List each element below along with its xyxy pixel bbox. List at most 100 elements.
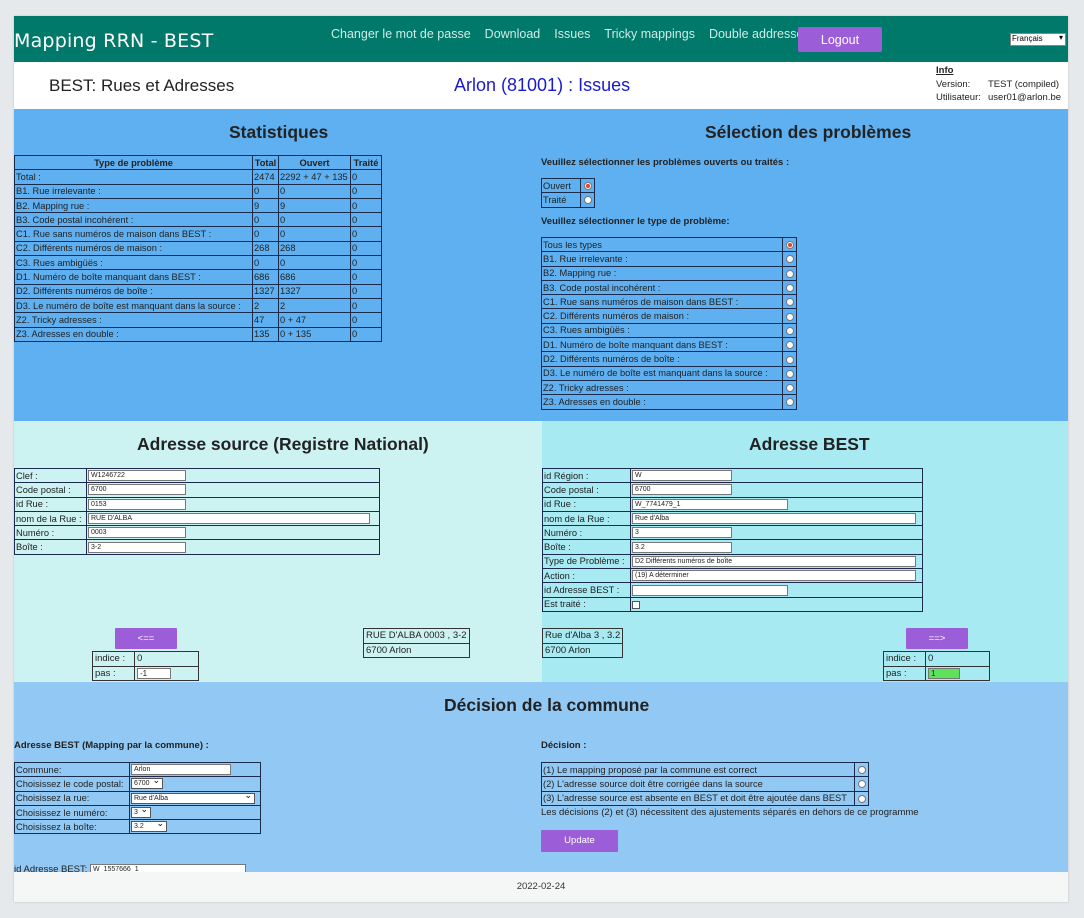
- type-option-row[interactable]: C2. Différents numéros de maison :: [541, 308, 797, 324]
- source-field-input[interactable]: 3-2: [88, 541, 186, 553]
- table-cell: 9: [252, 197, 279, 214]
- nav-link-change-password[interactable]: Changer le mot de passe: [331, 27, 471, 41]
- best-field-row: Action : (19) A déterminer: [542, 568, 923, 584]
- best-field-input[interactable]: 3: [632, 527, 732, 539]
- source-field-input[interactable]: RUE D'ALBA: [88, 513, 370, 525]
- type-radio[interactable]: [785, 369, 794, 378]
- type-radio[interactable]: [785, 255, 794, 264]
- status-radio-open[interactable]: [583, 182, 592, 191]
- source-field-input[interactable]: 6700: [88, 484, 186, 496]
- postal-code-select[interactable]: 6700: [131, 776, 163, 790]
- type-radio[interactable]: [785, 384, 794, 393]
- update-button[interactable]: Update: [541, 830, 618, 852]
- decision-option-label: (2) L'adresse source doit être corrigée …: [541, 776, 855, 792]
- commune-field[interactable]: Arlon: [131, 764, 231, 776]
- status-prompt: Veuillez sélectionner les problèmes ouve…: [541, 157, 790, 168]
- status-radio-treated[interactable]: [583, 196, 592, 205]
- best-field-row: Numéro :3: [542, 525, 923, 541]
- street-select[interactable]: Rue d'Alba: [131, 791, 255, 804]
- table-cell: 268: [278, 240, 351, 257]
- best-field-input[interactable]: D2 Différents numéros de boîte: [632, 555, 916, 567]
- best-field-input[interactable]: Rue d'Alba: [632, 513, 916, 525]
- title-bar: BEST: Rues et Adresses Arlon (81001) : I…: [14, 62, 1068, 109]
- type-option-row[interactable]: D1. Numéro de boîte manquant dans BEST :: [541, 337, 797, 353]
- source-field-input[interactable]: 0003: [88, 527, 186, 539]
- type-option-row[interactable]: Z3. Adresses en double :: [541, 394, 797, 410]
- source-field-input[interactable]: W1246722: [88, 470, 186, 482]
- nav-link-download[interactable]: Download: [485, 27, 541, 41]
- type-radio[interactable]: [785, 326, 794, 335]
- logout-button[interactable]: Logout: [798, 27, 882, 52]
- decision-note: Les décisions (2) et (3) nécessitent des…: [541, 807, 919, 818]
- nav-link-issues[interactable]: Issues: [554, 27, 590, 41]
- page-title: Arlon (81001) : Issues: [454, 75, 631, 95]
- decision-radio[interactable]: [857, 794, 866, 803]
- pas-input[interactable]: 1: [928, 667, 960, 679]
- type-radio[interactable]: [785, 298, 794, 307]
- best-field-label: Est traité :: [542, 596, 631, 612]
- best-field-row: id Adresse BEST :: [542, 582, 923, 598]
- type-radio[interactable]: [785, 341, 794, 350]
- type-radio[interactable]: [785, 312, 794, 321]
- table-header: Total: [252, 154, 279, 171]
- type-option-row[interactable]: B1. Rue irrelevante :: [541, 251, 797, 267]
- treated-checkbox[interactable]: [632, 600, 640, 609]
- source-address-section: Adresse source (Registre National) Clef …: [14, 421, 542, 682]
- statistics-section: Statistiques Type de problème Total Ouve…: [14, 109, 1068, 421]
- type-radio[interactable]: [785, 355, 794, 364]
- next-button[interactable]: ==>: [906, 628, 968, 649]
- table-cell: Z3. Adresses en double :: [14, 326, 253, 342]
- decision-option-cell: [854, 776, 869, 792]
- type-option-row[interactable]: B2. Mapping rue :: [541, 265, 797, 281]
- best-field-input[interactable]: W_7741479_1: [632, 498, 788, 510]
- type-option-row[interactable]: B3. Code postal incohérent :: [541, 279, 797, 296]
- type-radio[interactable]: [785, 241, 794, 250]
- table-cell: 0: [252, 255, 279, 271]
- type-option-row[interactable]: C1. Rue sans numéros de maison dans BEST…: [541, 294, 797, 310]
- decision-option-row[interactable]: (1) Le mapping proposé par la commune es…: [541, 761, 869, 778]
- table-cell: 2: [252, 297, 279, 314]
- box-select[interactable]: 3.2: [131, 819, 167, 833]
- status-option-row[interactable]: Ouvert: [541, 177, 595, 194]
- type-radio[interactable]: [785, 284, 794, 293]
- decision-radio[interactable]: [857, 766, 866, 775]
- type-option-row[interactable]: Tous les types: [541, 236, 797, 253]
- source-field-input[interactable]: 0153: [88, 498, 186, 510]
- source-address-table: Clef : W1246722 Code postal :6700 id Rue :0…: [14, 467, 380, 555]
- top-navbar: Mapping RRN - BEST Changer le mot de pas…: [14, 16, 1068, 62]
- status-option-row[interactable]: Traité: [541, 192, 595, 208]
- type-option-label: C1. Rue sans numéros de maison dans BEST…: [541, 294, 783, 310]
- table-row: D2. Différents numéros de boîte :1327 132…: [14, 283, 382, 299]
- decision-options-table: (1) Le mapping proposé par la commune es…: [541, 761, 869, 806]
- best-field-input[interactable]: 6700: [632, 484, 732, 496]
- prev-button[interactable]: <==: [115, 628, 177, 649]
- number-label: Choisissez le numéro:: [14, 804, 130, 821]
- best-field-row: id Rue : W_7741479_1: [542, 496, 923, 512]
- type-option-row[interactable]: D3. Le numéro de boîte est manquant dans…: [541, 365, 797, 381]
- number-select[interactable]: 3: [131, 805, 151, 819]
- table-cell: 135: [252, 326, 279, 342]
- brand-title[interactable]: Mapping RRN - BEST: [14, 30, 213, 52]
- best-field-input[interactable]: [632, 584, 788, 596]
- pas-input[interactable]: -1: [137, 667, 171, 679]
- type-option-row[interactable]: C3. Rues ambigüës :: [541, 322, 797, 339]
- info-box: Info Version: TEST (compiled) Utilisateur…: [936, 64, 1061, 105]
- nav-link-double-addresses[interactable]: Double addresses: [709, 27, 810, 41]
- type-option-row[interactable]: Z2. Tricky adresses :: [541, 379, 797, 396]
- type-radio[interactable]: [785, 398, 794, 407]
- best-field-input[interactable]: 3.2: [632, 541, 732, 553]
- type-option-cell: [782, 265, 797, 281]
- type-option-row[interactable]: D2. Différents numéros de boîte :: [541, 351, 797, 367]
- best-field-input[interactable]: (19) A déterminer: [632, 570, 916, 582]
- type-radio[interactable]: [785, 269, 794, 278]
- best-field-row: Est traité :: [542, 596, 923, 612]
- decision-radio[interactable]: [857, 780, 866, 789]
- pas-label: pas :: [92, 665, 135, 681]
- best-field-input[interactable]: W: [632, 470, 732, 482]
- decision-option-label: (3) L'adresse source est absente en BEST…: [541, 790, 855, 806]
- footer: 2022-02-24: [14, 872, 1068, 902]
- language-select[interactable]: Français ▾: [1010, 33, 1066, 46]
- decision-option-row[interactable]: (2) L'adresse source doit être corrigée …: [541, 776, 869, 792]
- nav-link-tricky-mappings[interactable]: Tricky mappings: [604, 27, 695, 41]
- decision-option-row[interactable]: (3) L'adresse source est absente en BEST…: [541, 790, 869, 806]
